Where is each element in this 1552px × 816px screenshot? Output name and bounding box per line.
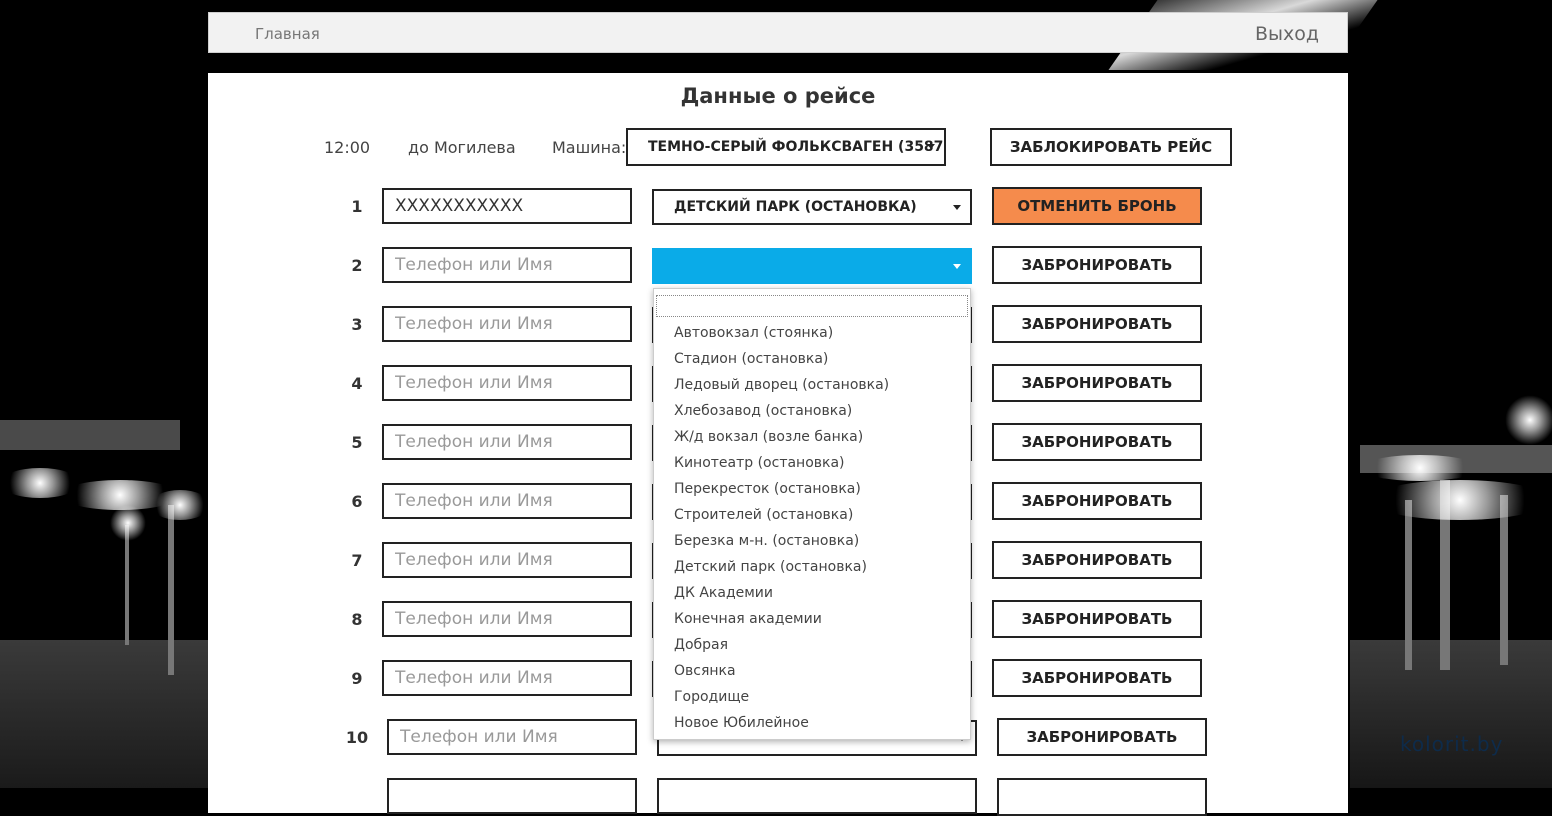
passenger-input[interactable] — [382, 306, 632, 342]
dropdown-option[interactable]: Хлебозавод (остановка) — [654, 400, 970, 426]
passenger-input[interactable] — [382, 424, 632, 460]
dropdown-option[interactable]: Детский парк (остановка) — [654, 556, 970, 582]
chevron-down-icon — [953, 205, 961, 210]
passenger-input[interactable] — [382, 188, 632, 224]
book-button[interactable]: ЗАБРОНИРОВАТЬ — [992, 541, 1202, 579]
seat-number: 10 — [345, 728, 369, 747]
dropdown-option[interactable]: Овсянка — [654, 660, 970, 686]
stop-dropdown-menu: Автовокзал (стоянка) Стадион (остановка) Л… — [653, 288, 971, 740]
dropdown-option[interactable]: Строителей (остановка) — [654, 504, 970, 530]
passenger-input[interactable] — [387, 719, 637, 755]
nav-exit-link[interactable]: Выход — [1255, 23, 1319, 45]
passenger-input[interactable] — [382, 542, 632, 578]
passenger-input[interactable] — [382, 660, 632, 696]
dropdown-option[interactable]: Ж/д вокзал (возле банка) — [654, 426, 970, 452]
dropdown-option[interactable]: Ледовый дворец (остановка) — [654, 374, 970, 400]
seat-number: 8 — [351, 610, 363, 629]
stop-select[interactable] — [657, 778, 977, 814]
seat-number: 3 — [351, 315, 363, 334]
seat-number: 4 — [351, 374, 363, 393]
trip-destination: до Могилева — [408, 138, 516, 157]
dropdown-option[interactable]: Добрая — [654, 634, 970, 660]
book-button[interactable]: ЗАБРОНИРОВАТЬ — [992, 659, 1202, 697]
watermark-logo: kolorit.by — [1400, 732, 1504, 756]
seat-number: 1 — [351, 197, 363, 216]
book-button[interactable]: ЗАБРОНИРОВАТЬ — [992, 600, 1202, 638]
book-button[interactable]: ЗАБРОНИРОВАТЬ — [992, 482, 1202, 520]
stop-select-value: ДЕТСКИЙ ПАРК (ОСТАНОВКА) — [674, 199, 917, 215]
dropdown-search-input[interactable] — [656, 295, 968, 317]
dropdown-option[interactable]: Конечная академии — [654, 608, 970, 634]
book-button[interactable]: ЗАБРОНИРОВАТЬ — [992, 423, 1202, 461]
book-button[interactable]: ЗАБРОНИРОВАТЬ — [997, 718, 1207, 756]
dropdown-option[interactable]: Перекресток (остановка) — [654, 478, 970, 504]
trip-time: 12:00 — [324, 138, 371, 157]
passenger-input[interactable] — [382, 365, 632, 401]
seat-number: 2 — [351, 256, 363, 275]
block-trip-button[interactable]: ЗАБЛОКИРОВАТЬ РЕЙС — [990, 128, 1232, 166]
chevron-down-icon — [953, 264, 961, 269]
car-select[interactable]: ТЕМНО-СЕРЫЙ ФОЛЬКСВАГЕН (3587 — [626, 128, 946, 166]
seat-number: 7 — [351, 551, 363, 570]
dropdown-option[interactable]: ДК Академии — [654, 582, 970, 608]
page-title: Данные о рейсе — [680, 84, 876, 108]
dropdown-option[interactable]: Стадион (остановка) — [654, 348, 970, 374]
dropdown-options-list: Автовокзал (стоянка) Стадион (остановка) Л… — [654, 322, 970, 738]
passenger-input[interactable] — [382, 601, 632, 637]
seat-number: 5 — [351, 433, 363, 452]
stop-select[interactable] — [652, 248, 972, 284]
dropdown-option[interactable]: Кинотеатр (остановка) — [654, 452, 970, 478]
dropdown-option[interactable]: Березка м-н. (остановка) — [654, 530, 970, 556]
passenger-input[interactable] — [382, 483, 632, 519]
passenger-input[interactable] — [382, 247, 632, 283]
car-select-value: ТЕМНО-СЕРЫЙ ФОЛЬКСВАГЕН (3587 — [648, 139, 944, 155]
chevron-down-icon — [927, 144, 935, 149]
dropdown-option[interactable]: Новое Юбилейное — [654, 712, 970, 738]
stop-select[interactable]: ДЕТСКИЙ ПАРК (ОСТАНОВКА) — [652, 189, 972, 225]
dropdown-option[interactable]: Автовокзал (стоянка) — [654, 322, 970, 348]
book-button[interactable]: ЗАБРОНИРОВАТЬ — [992, 305, 1202, 343]
book-button[interactable]: ЗАБРОНИРОВАТЬ — [992, 246, 1202, 284]
seat-number: 6 — [351, 492, 363, 511]
car-label: Машина: — [552, 138, 627, 157]
top-nav-bar: Главная Выход — [208, 12, 1348, 53]
nav-home-link[interactable]: Главная — [255, 25, 320, 43]
book-button[interactable] — [997, 778, 1207, 816]
seat-number: 9 — [351, 669, 363, 688]
passenger-input[interactable] — [387, 778, 637, 814]
dropdown-option[interactable]: Городище — [654, 686, 970, 712]
cancel-booking-button[interactable]: ОТМЕНИТЬ БРОНЬ — [992, 187, 1202, 225]
book-button[interactable]: ЗАБРОНИРОВАТЬ — [992, 364, 1202, 402]
